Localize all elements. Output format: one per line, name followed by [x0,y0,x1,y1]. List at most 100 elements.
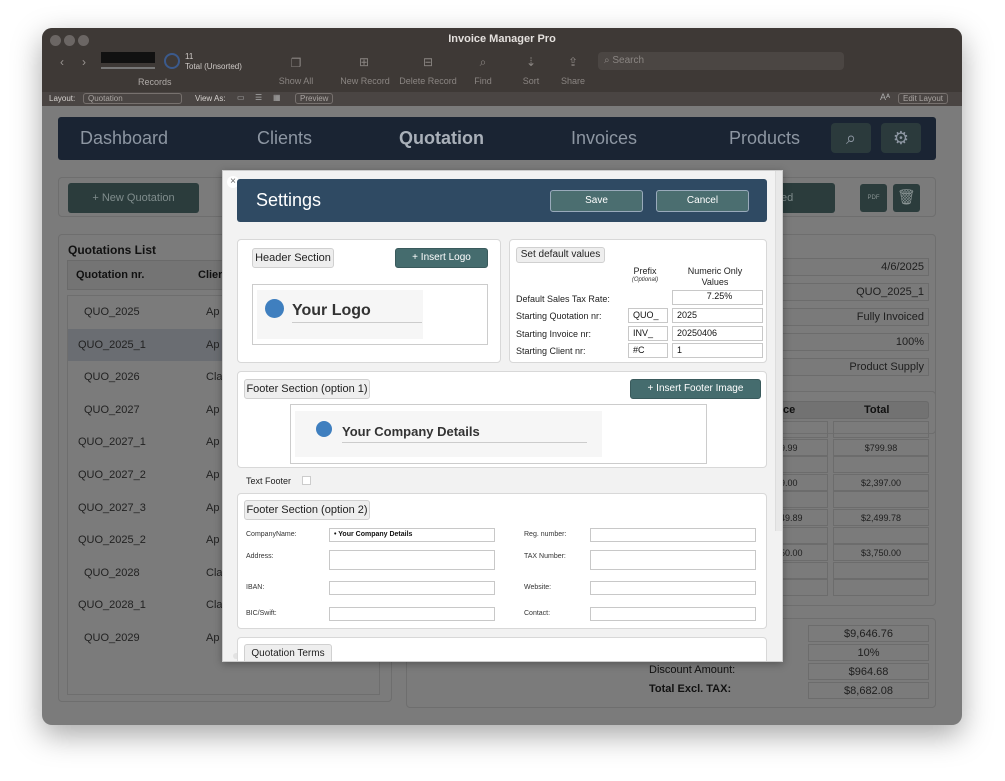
delete-record-button[interactable]: Delete Record [398,76,458,86]
footer-field-label: CompanyName: [246,531,297,538]
total-field[interactable]: $8,682.08 [808,682,929,699]
prefix-header: Prefix [633,266,657,276]
column-quotation-nr[interactable]: Quotation nr. [76,269,144,281]
footer-field-input[interactable] [329,581,495,595]
type-field[interactable]: Product Supply [777,358,929,376]
sort-button[interactable]: Sort [516,76,546,86]
discount-amount-field[interactable]: $964.68 [808,663,929,680]
client-cell: Cla [206,371,223,384]
layout-select[interactable]: Quotation [83,93,182,104]
footer-option1-label: Footer Section (option 1) [244,379,370,399]
total-cell[interactable] [833,421,929,438]
tax-rate-input[interactable]: 7.25% [672,290,763,305]
trash-icon[interactable]: 🗑 [893,184,920,212]
company-details-text: Your Company Details [342,424,587,443]
prefix-input[interactable]: #C [628,343,668,358]
total-cell[interactable]: $2,397.00 [833,473,929,491]
font-size-icon[interactable]: Aᴬ [880,92,890,102]
edit-layout-button[interactable]: Edit Layout [898,93,949,104]
layout-bar: Layout: Quotation View As: ▭ ☰ ▦ Preview… [42,92,962,106]
show-all-button[interactable]: Show All [276,76,316,86]
status-field[interactable]: Fully Invoiced [777,308,929,326]
numeric-input[interactable]: 2025 [672,308,763,323]
total-cell[interactable] [833,491,929,509]
search-input[interactable]: ⌕ Search [598,52,844,70]
footer-field-input[interactable] [329,607,495,621]
quotation-nr-field[interactable]: QUO_2025_1 [777,283,929,301]
next-record-icon[interactable]: › [82,55,86,69]
share-button[interactable]: Share [558,76,588,86]
discount-pct-field[interactable]: 10% [808,644,929,661]
header-section-label: Header Section [252,248,334,268]
settings-gear-icon[interactable]: ⚙ [881,123,921,153]
footer-field-label: BIC/Swift: [246,610,277,617]
prefix-input[interactable]: QUO_ [628,308,668,323]
total-cell[interactable] [833,456,929,474]
total-cell[interactable]: $799.98 [833,438,929,456]
search-icon[interactable]: ⌕ [831,123,871,153]
footer-field-label: Website: [524,584,552,591]
price-cell[interactable] [777,561,828,579]
numeric-input[interactable]: 1 [672,343,763,358]
price-cell[interactable] [777,421,828,438]
record-slider[interactable] [101,67,155,69]
price-cell[interactable]: 9.00 [777,473,828,491]
nav-clients[interactable]: Clients [257,128,312,149]
insert-logo-button[interactable]: + Insert Logo [395,248,488,268]
price-cell[interactable] [777,456,828,474]
nav-invoices[interactable]: Invoices [571,128,637,149]
price-cell[interactable]: 50.00 [777,544,828,562]
price-cell[interactable] [777,579,828,597]
total-cell[interactable]: $3,750.00 [833,544,929,562]
new-quotation-button[interactable]: + New Quotation [68,183,199,213]
vertical-scrollbar[interactable] [775,171,782,531]
logo-preview[interactable]: Your Logo [252,284,488,345]
column-client[interactable]: Clier [198,269,222,281]
insert-footer-image-button[interactable]: + Insert Footer Image [630,379,761,399]
quotation-nr-cell: QUO_2028_1 [78,599,146,612]
price-cell[interactable]: 9.99 [777,438,828,456]
price-cell[interactable] [777,491,828,509]
partial-action-button[interactable]: ed [777,183,835,213]
view-form-icon[interactable]: ▭ [237,93,245,102]
prefix-input[interactable]: INV_ [628,325,668,341]
price-cell[interactable]: 49.89 [777,509,828,526]
footer-field-input[interactable] [590,607,756,621]
footer-image-preview[interactable]: Your Company Details [290,404,707,464]
prev-record-icon[interactable]: ‹ [60,55,64,69]
default-row-label: Starting Quotation nr: [516,311,602,321]
record-status: Total (Unsorted) [185,62,242,71]
cancel-button[interactable]: Cancel [656,190,749,212]
total-cell[interactable] [833,561,929,579]
find-button[interactable]: Find [468,76,498,86]
view-list-icon[interactable]: ☰ [255,93,262,102]
preview-button[interactable]: Preview [295,93,334,104]
nav-quotation[interactable]: Quotation [399,128,484,149]
nav-dashboard[interactable]: Dashboard [80,128,168,149]
total-label: Total Excl. TAX: [649,683,732,695]
record-number-field[interactable] [101,52,155,63]
footer-field-input[interactable]: • Your Company Details [329,528,495,542]
footer-field-input[interactable] [590,528,756,542]
total-cell[interactable] [833,579,929,597]
nav-products[interactable]: Products [729,128,800,149]
client-cell: Ap [206,306,220,318]
date-field[interactable]: 4/6/2025 [777,258,929,276]
footer-field-input[interactable] [590,581,756,595]
text-footer-checkbox[interactable] [302,476,311,485]
numeric-input[interactable]: 20250406 [672,325,763,341]
percent-field[interactable]: 100% [777,333,929,351]
record-progress-icon [164,53,180,69]
view-table-icon[interactable]: ▦ [273,93,281,102]
quotation-terms-label: Quotation Terms [244,644,332,661]
footer-field-label: IBAN: [246,584,265,591]
total-cell[interactable] [833,526,929,544]
pdf-icon[interactable]: PDF [860,184,887,212]
price-cell[interactable] [777,526,828,544]
total-cell[interactable]: $2,499.78 [833,509,929,526]
save-button[interactable]: Save [550,190,643,212]
footer-field-input[interactable] [590,550,756,570]
new-record-button[interactable]: New Record [339,76,391,86]
footer-field-input[interactable] [329,550,495,570]
subtotal-field[interactable]: $9,646.76 [808,625,929,642]
